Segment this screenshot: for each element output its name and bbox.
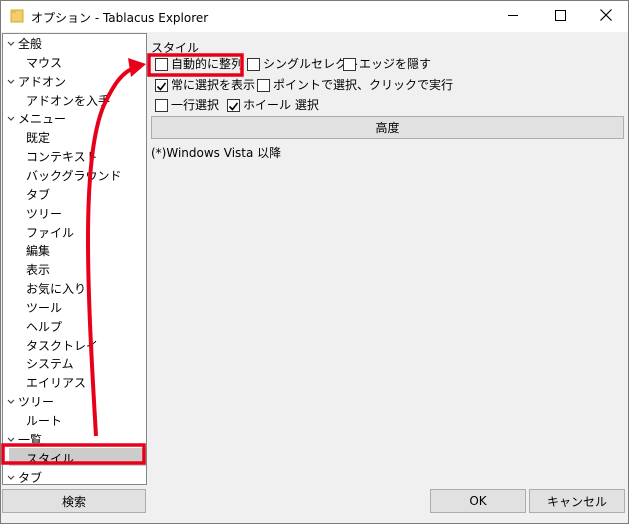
- chevron-down-icon[interactable]: [5, 110, 17, 128]
- checkbox-label: 常に選択を表示: [171, 78, 256, 92]
- tree-child-item[interactable]: システム: [26, 355, 74, 373]
- minimize-button[interactable]: [490, 1, 536, 32]
- checkbox-box[interactable]: [227, 99, 240, 112]
- tree-child-item[interactable]: ファイル: [26, 224, 74, 242]
- checkbox-label: 一行選択: [171, 98, 220, 112]
- chevron-down-icon[interactable]: [5, 469, 17, 484]
- checkbox-label: 自動的に整列: [171, 57, 244, 71]
- checkmark-icon: [228, 102, 239, 111]
- tree-child-item[interactable]: お気に入り: [26, 280, 86, 298]
- options-window: オプション - Tablacus Explorer 全般 マウス アドオン アドオンを…: [0, 0, 629, 524]
- tree-child-item[interactable]: エイリアス: [26, 374, 86, 392]
- checkbox-box[interactable]: [155, 79, 168, 92]
- tree-child-item[interactable]: マウス: [26, 54, 62, 72]
- checkbox-box[interactable]: [155, 99, 168, 112]
- chevron-down-icon[interactable]: [5, 35, 17, 53]
- tree-child-item[interactable]: ツール: [26, 299, 62, 317]
- ok-button[interactable]: OK: [430, 489, 526, 513]
- maximize-button[interactable]: [537, 1, 583, 32]
- tree-child-item[interactable]: 編集: [26, 242, 50, 260]
- style-group-label: スタイル: [151, 41, 200, 55]
- tree-node[interactable]: 全般: [18, 35, 42, 53]
- tree-child-item[interactable]: 既定: [26, 129, 50, 147]
- tree-node[interactable]: ツリー: [18, 393, 54, 411]
- advanced-button[interactable]: 高度: [151, 116, 624, 139]
- tree-node[interactable]: タブ: [18, 469, 42, 484]
- tree-child-item[interactable]: バックグラウンド: [26, 167, 122, 185]
- minimize-icon: [507, 10, 519, 24]
- tree-node[interactable]: メニュー: [18, 110, 66, 128]
- cancel-button[interactable]: キャンセル: [529, 489, 625, 513]
- checkbox-box[interactable]: [155, 58, 168, 71]
- checkbox-label: ポイントで選択、クリックで実行: [273, 78, 454, 92]
- folder-icon: [10, 9, 24, 23]
- title-bar[interactable]: オプション - Tablacus Explorer: [1, 1, 628, 32]
- checkbox-label: ホイール 選択: [243, 98, 319, 112]
- tree-child-item[interactable]: アドオンを入手: [26, 92, 110, 110]
- tree-child-item[interactable]: ルート: [26, 412, 62, 430]
- close-icon: [600, 9, 612, 24]
- maximize-icon: [554, 9, 566, 24]
- window-title: オプション - Tablacus Explorer: [31, 11, 209, 25]
- tree-child-item[interactable]: タスクトレイ: [26, 337, 98, 355]
- tree-node[interactable]: 一覧: [18, 431, 42, 449]
- chevron-down-icon[interactable]: [5, 73, 17, 91]
- tree-node[interactable]: アドオン: [18, 73, 66, 91]
- tree-child-item[interactable]: スタイル: [26, 450, 74, 468]
- tree-child-item[interactable]: 表示: [26, 261, 50, 279]
- checkbox-box[interactable]: [343, 58, 356, 71]
- style-panel: スタイル 自動的に整列 シングルセレクト エッジを隠す 常に選択を表示 ポイント…: [149, 32, 628, 485]
- checkbox-box[interactable]: [247, 58, 260, 71]
- checkmark-icon: [156, 82, 167, 91]
- chevron-down-icon[interactable]: [5, 393, 17, 411]
- search-button[interactable]: 検索: [2, 489, 146, 513]
- dialog-content: 全般 マウス アドオン アドオンを入手 メニュー 既定 コンテキスト バックグラウンド タブ ツリ…: [1, 32, 628, 523]
- tree-child-item[interactable]: タブ: [26, 186, 50, 204]
- tree-child-item[interactable]: ヘルプ: [26, 318, 62, 336]
- tree-child-item[interactable]: コンテキスト: [26, 148, 98, 166]
- checkbox-box[interactable]: [257, 79, 270, 92]
- tree-child-item[interactable]: ツリー: [26, 205, 62, 223]
- options-tree[interactable]: 全般 マウス アドオン アドオンを入手 メニュー 既定 コンテキスト バックグラウンド タブ ツリ…: [2, 33, 147, 485]
- checkbox-label: エッジを隠す: [359, 57, 432, 71]
- vista-note: (*)Windows Vista 以降: [151, 146, 282, 160]
- chevron-down-icon[interactable]: [5, 431, 17, 449]
- close-button[interactable]: [583, 1, 629, 32]
